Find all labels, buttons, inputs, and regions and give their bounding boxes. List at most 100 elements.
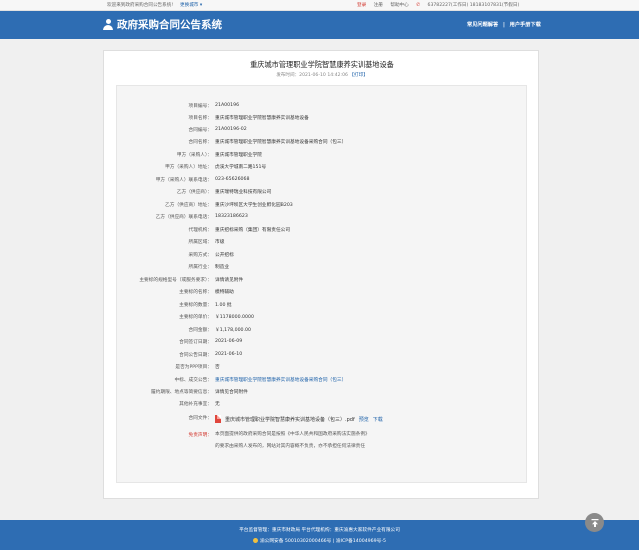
field-value: 市级 [215,240,225,245]
field-label: 乙方（供应商）： [176,190,212,195]
print-link[interactable]: 【打印】 [349,73,367,78]
detail-row: 合同金额： ￥1,178,000.00 [117,324,528,336]
document-meta: 发布时间：2021-06-10 14:42:06 【打印】 [104,72,540,78]
field-value: 2021-06-10 [215,352,243,357]
detail-row: 项目名称： 重庆城市管理职业学院智慧康养实训基地设备 [117,112,528,124]
site-header: 政府采购合同公告系统 常见问题解答 | 用户手册下载 [0,11,639,39]
site-logo[interactable]: 政府采购合同公告系统 [103,17,222,32]
footer-line-1: 平台监督管理：重庆市财政局 平台代理机构：重庆渝惠大家软件产业有限公司 [239,528,400,533]
detail-row: 主要标的名称： 模特辅助 [117,286,528,298]
field-value: 重庆瑞特瑞业科技有限公司 [215,190,272,195]
detail-row: 合同名称： 重庆城市管理职业学院智慧康养实训基地设备采购合同（包三） [117,136,528,148]
field-label: 合同公告日期： [179,353,212,358]
disclaimer-label: 免责声明： [188,433,212,438]
field-value: 1.00 批 [215,303,232,308]
disclaimer-text: 本页面提供的政府采购合同是按照《中华人民共和国政府采购法实施条例》 的要求由采购… [215,429,515,453]
field-label: 主要标的名称： [179,290,212,295]
field-value: 重庆招标采购（集团）有限责任公司 [215,228,291,233]
nav-faq[interactable]: 常见问题解答 [467,22,498,28]
detail-row: 中标、成交公告： 重庆城市管理职业学院智慧康养实训基地设备采购合同（包三） [117,374,528,386]
field-label: 是否为PPP项目： [175,365,212,370]
site-footer: 平台监督管理：重庆市财政局 平台代理机构：重庆渝惠大家软件产业有限公司 渝公网安… [0,520,639,550]
help-center-link[interactable]: 帮助中心 [390,3,408,8]
welcome-text: 欢迎来到政府采购合同公告系统! [107,3,174,8]
field-value: 重庆城市管理职业学院 [215,153,262,158]
detail-row: 代理机构： 重庆招标采购（集团）有限责任公司 [117,224,528,236]
arrow-up-icon [591,518,598,527]
field-value: 否 [215,365,220,370]
field-label: 主要标的规格型号（或服务要求）： [139,278,212,283]
disclaimer-line-2: 的要求由采购人发布的，网站对其内容概不负责，亦不承担任何法律责任 [215,444,366,449]
field-value: 虎溪大学城南二路151号 [215,165,267,170]
preview-link[interactable]: 预览 [359,416,369,423]
field-label: 所属行业： [188,265,212,270]
detail-row: 乙方（供应商）地址： 重庆沙坪坝区大学生创业孵化园B203 [117,199,528,211]
detail-row: 合同签订日期： 2021-06-09 [117,336,528,348]
detail-row: 所属区域： 市级 [117,236,528,248]
detail-row: 项目编号： 21A00196 [117,100,528,112]
attachment-label: 合同文件： [188,416,212,421]
field-label: 采购方式： [188,253,212,258]
field-label: 所属区域： [188,240,212,245]
field-value: 21A00196 [215,103,240,108]
detail-row: 甲方（采购人）联系电话： 023-65626068 [117,174,528,186]
document-title: 重庆城市管理职业学院智慧康养实训基地设备 [250,60,394,69]
register-link[interactable]: 注册 [374,3,383,8]
phone-info: 63782227(工作日) 18183107831(节假日) [427,3,520,8]
field-value: ￥1178000.0000 [215,315,254,320]
field-label: 项目编号： [188,104,212,109]
phone-icon: ✆ [416,3,421,8]
detail-row: 合同公告日期： 2021-06-10 [117,349,528,361]
back-to-top-button[interactable] [585,513,604,532]
field-label: 中标、成交公告： [174,378,212,383]
detail-row: 其他补充事宜：无 [117,398,528,410]
login-link[interactable]: 登录 [357,3,366,8]
nav-separator: | [502,22,505,28]
user-icon [103,18,113,31]
detail-row: 乙方（供应商）联系电话： 18323186623 [117,211,528,223]
field-label: 主要标的数量： [179,303,212,308]
attachment-file: 重庆城市管理职业学院智慧康养实训基地设备（包三）.pdf 预览 下载 [215,415,387,423]
detail-row: 主要标的单价： ￥1178000.0000 [117,311,528,323]
field-label: 合同金额： [188,328,212,333]
field-value: 重庆城市管理职业学院智慧康养实训基地设备 [215,116,309,121]
header-nav: 常见问题解答 | 用户手册下载 [467,21,544,28]
field-label: 履约期限、地点等简要信息： [151,390,212,395]
field-value: 21A00196-02 [215,127,247,132]
detail-box: 项目编号： 21A00196 项目名称： 重庆城市管理职业学院智慧康养实训基地设备 … [116,85,527,483]
field-value: 023-65626068 [215,177,250,182]
site-title: 政府采购合同公告系统 [117,19,222,31]
field-label: 甲方（采购人）： [176,153,212,158]
detail-row: 履约期限、地点等简要信息： 详情见合同附件 [117,386,528,398]
detail-row: 所属行业： 制造业 [117,261,528,273]
field-value: 详情请见附件 [215,278,244,283]
detail-row: 是否为PPP项目：否 [117,361,528,373]
field-value: 重庆城市管理职业学院智慧康养实训基地设备采购合同（包三） [215,140,347,145]
topbar-right: 登录 注册 帮助中心 ✆ 63782227(工作日) 18183107831(节… [357,2,525,8]
detail-row: 合同编号： 21A00196-02 [117,124,528,136]
field-label: 主要标的单价： [179,315,212,320]
field-label: 乙方（供应商）地址： [165,203,212,208]
field-value: 2021-06-09 [215,339,243,344]
detail-row: 主要标的数量： 1.00 批 [117,299,528,311]
footer-line-2: 渝公网安备 50010302000466号 | 渝ICP备14004969号-5 [0,538,639,544]
disclaimer-line-1: 本页面提供的政府采购合同是按照《中华人民共和国政府采购法实施条例》 [215,432,370,437]
detail-row: 主要标的规格型号（或服务要求）： 详情请见附件 [117,274,528,286]
download-link[interactable]: 下载 [373,416,383,423]
field-value: 公开招标 [215,253,234,258]
field-label: 甲方（采购人）联系电话： [155,178,212,183]
pdf-icon [215,415,221,423]
field-label: 乙方（供应商）联系电话： [155,215,212,220]
attachment-filename[interactable]: 重庆城市管理职业学院智慧康养实训基地设备（包三）.pdf [225,416,355,423]
field-value: 重庆沙坪坝区大学生创业孵化园B203 [215,203,293,208]
field-label: 合同编号： [188,128,212,133]
field-value: 18323186623 [215,214,248,219]
switch-city-link[interactable]: 更换城市 ▾ [180,2,202,8]
field-label: 甲方（采购人）地址： [165,165,212,170]
field-value: 制造业 [215,265,230,270]
detail-row: 甲方（采购人）地址： 虎溪大学城南二路151号 [117,161,528,173]
detail-row: 乙方（供应商）： 重庆瑞特瑞业科技有限公司 [117,186,528,198]
field-value: ￥1,178,000.00 [215,328,251,333]
award-notice-link[interactable]: 重庆城市管理职业学院智慧康养实训基地设备采购合同（包三） [215,377,346,383]
nav-manual-download[interactable]: 用户手册下载 [510,22,541,28]
